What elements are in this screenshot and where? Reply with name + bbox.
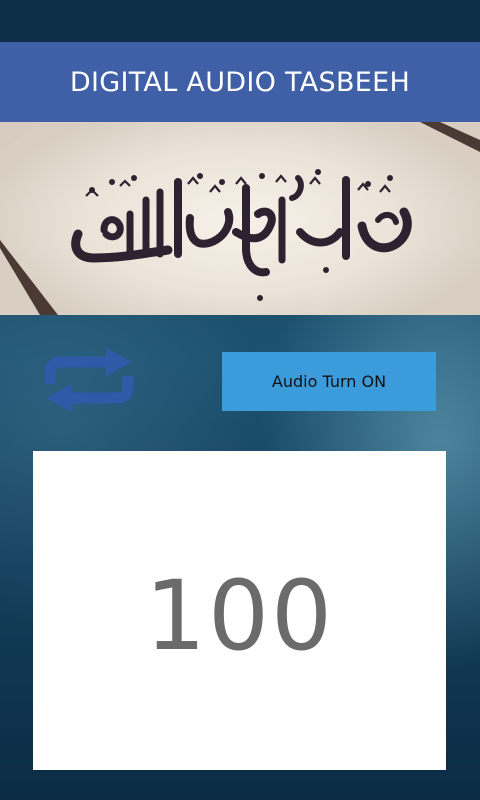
tasbeeh-counter-panel[interactable]: 100 <box>33 451 446 770</box>
calligraphy-banner <box>0 122 480 315</box>
calligraphy-strokes <box>71 175 412 277</box>
app-title: DIGITAL AUDIO TASBEEH <box>69 66 411 98</box>
title-bar: DIGITAL AUDIO TASBEEH <box>0 42 480 122</box>
calligraphy-image <box>0 122 480 315</box>
counter-value: 100 <box>144 559 335 672</box>
controls-row: Audio Turn ON <box>0 340 480 420</box>
repeat-icon-graphic <box>44 348 134 412</box>
frame-corner-top-left <box>0 122 40 152</box>
audio-toggle-button[interactable]: Audio Turn ON <box>222 352 436 411</box>
repeat-icon[interactable] <box>42 348 136 412</box>
status-bar <box>0 0 480 42</box>
